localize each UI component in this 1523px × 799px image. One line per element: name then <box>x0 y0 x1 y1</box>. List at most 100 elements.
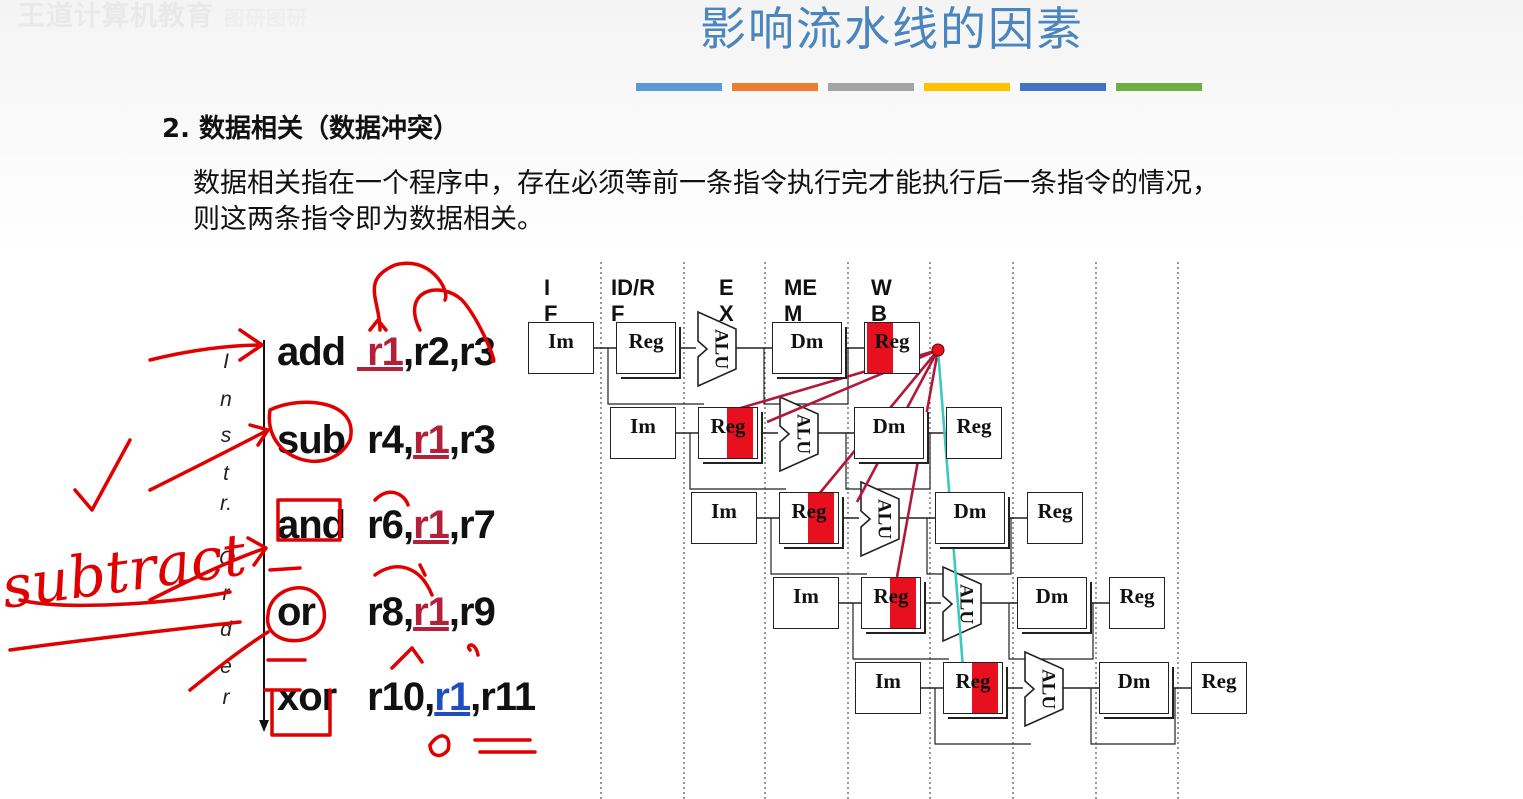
reg-block: Reg <box>946 407 1002 459</box>
watermark-text: 王道计算机教育 <box>18 1 214 32</box>
watermark-sub: 图研图研 <box>224 6 308 30</box>
instruction-and: and r6,r1,r7 <box>277 503 496 548</box>
instruction-sep1: , <box>424 675 435 719</box>
pipeline-diagram: ALU ALU ALU ALU ALU I F ID/R FE X ME MW BInstr… <box>207 262 1257 799</box>
axis-letter: O <box>219 547 236 570</box>
dm-block: Dm <box>935 492 1005 544</box>
dm-block-label: Dm <box>872 414 906 438</box>
im-block: Im <box>691 492 757 544</box>
instruction-sep1: , <box>402 503 414 547</box>
im-block-label: Im <box>630 414 656 438</box>
reg-block: Reg <box>1027 492 1083 544</box>
dm-block-label: Dm <box>790 329 824 353</box>
alu-label: ALU <box>793 414 814 454</box>
reg-block-label: Reg <box>1119 584 1155 608</box>
reg-block: Reg <box>1109 577 1165 629</box>
instruction-op: and <box>277 503 346 547</box>
alu-label: ALU <box>711 329 732 369</box>
axis-letter: t <box>223 462 229 485</box>
instruction-sep2: , <box>448 503 460 547</box>
reg-block: Reg <box>1191 662 1247 714</box>
reg-block-label: Reg <box>791 499 827 523</box>
stage-label-wb: W B <box>871 275 892 326</box>
instruction-op: sub <box>277 418 346 462</box>
stage-label-id: ID/R F <box>611 275 655 326</box>
instruction-dest: r6 <box>357 503 404 547</box>
title-color-bar <box>636 83 722 91</box>
dm-block: Dm <box>772 322 842 374</box>
reg-block-label: Reg <box>873 584 909 608</box>
instruction-sep1: , <box>402 590 414 634</box>
instruction-src1: r1 <box>413 590 450 634</box>
reg-block-label: Reg <box>874 329 910 353</box>
alu-label: ALU <box>1038 669 1059 709</box>
axis-letter: n <box>220 388 232 411</box>
section-heading: 2. 数据相关（数据冲突） <box>162 114 460 144</box>
instruction-src2: r9 <box>459 590 496 634</box>
instruction-sub: sub r4,r1,r3 <box>277 418 496 463</box>
reg-block-label: Reg <box>1201 669 1237 693</box>
reg-block: Reg <box>698 407 758 459</box>
reg-block-label: Reg <box>1037 499 1073 523</box>
instruction-src1: r1 <box>413 503 450 547</box>
im-block: Im <box>528 322 594 374</box>
ink-stroke <box>18 590 232 608</box>
dm-block-label: Dm <box>953 499 987 523</box>
reg-block-label: Reg <box>955 669 991 693</box>
instruction-sep2: , <box>448 590 460 634</box>
instruction-src2: r3 <box>459 330 496 374</box>
im-block: Im <box>610 407 676 459</box>
title-color-bar <box>1020 83 1106 91</box>
reg-block-label: Reg <box>956 414 992 438</box>
reg-block: Reg <box>943 662 1003 714</box>
title-color-bar <box>732 83 818 91</box>
instruction-src1: r1 <box>413 418 450 462</box>
instruction-sep1: , <box>402 418 414 462</box>
instruction-sep2: , <box>448 418 460 462</box>
im-block-label: Im <box>711 499 737 523</box>
definition-text: 数据相关指在一个程序中，存在必须等前一条指令执行完才能执行后一条指令的情况， 则… <box>193 168 1219 235</box>
slide: 王道计算机教育 图研图研 影响流水线的因素 2. 数据相关（数据冲突） 数据相关指… <box>0 0 1523 799</box>
instruction-src2: r3 <box>459 418 496 462</box>
instruction-dest: r10 <box>357 675 425 719</box>
ink-stroke <box>8 620 242 652</box>
instruction-add: add r1,r2,r3 <box>277 330 496 375</box>
brand-watermark: 王道计算机教育 图研图研 <box>18 0 308 33</box>
reg-block: Reg <box>864 322 920 374</box>
alu-block: ALU <box>860 480 900 558</box>
instruction-sep2: , <box>448 330 460 374</box>
im-block-label: Im <box>793 584 819 608</box>
reg-block: Reg <box>616 322 676 374</box>
axis-letter: s <box>220 424 232 447</box>
instruction-op: or <box>277 590 316 634</box>
im-block: Im <box>855 662 921 714</box>
axis-letter: r. <box>219 492 233 515</box>
instruction-dest: r8 <box>357 590 404 634</box>
dm-block: Dm <box>854 407 924 459</box>
instruction-sep1: , <box>402 330 414 374</box>
axis-letter: I <box>223 350 229 373</box>
dm-block: Dm <box>1017 577 1087 629</box>
slide-title: 影响流水线的因素 <box>700 2 1084 56</box>
instruction-src2: r7 <box>459 503 496 547</box>
instruction-src2: r11 <box>480 675 536 719</box>
reg-block: Reg <box>861 577 921 629</box>
instruction-xor: xor r10,r1,r11 <box>277 675 536 720</box>
alu-block: ALU <box>942 565 982 643</box>
axis-letter: e <box>220 655 232 678</box>
stage-label-mem: ME M <box>784 275 817 326</box>
instruction-src1: r1 <box>434 675 471 719</box>
im-block: Im <box>773 577 839 629</box>
source-dot <box>931 343 945 357</box>
title-color-bar <box>828 83 914 91</box>
instruction-dest: r1 <box>357 330 404 374</box>
title-color-bar <box>924 83 1010 91</box>
reg-block: Reg <box>779 492 839 544</box>
instruction-op: add <box>277 330 346 374</box>
axis-letter: r <box>222 686 230 709</box>
reg-block-label: Reg <box>710 414 746 438</box>
axis-letter: r <box>222 582 230 605</box>
stage-label-if: I F <box>544 275 558 326</box>
alu-label: ALU <box>874 499 895 539</box>
im-block-label: Im <box>875 669 901 693</box>
